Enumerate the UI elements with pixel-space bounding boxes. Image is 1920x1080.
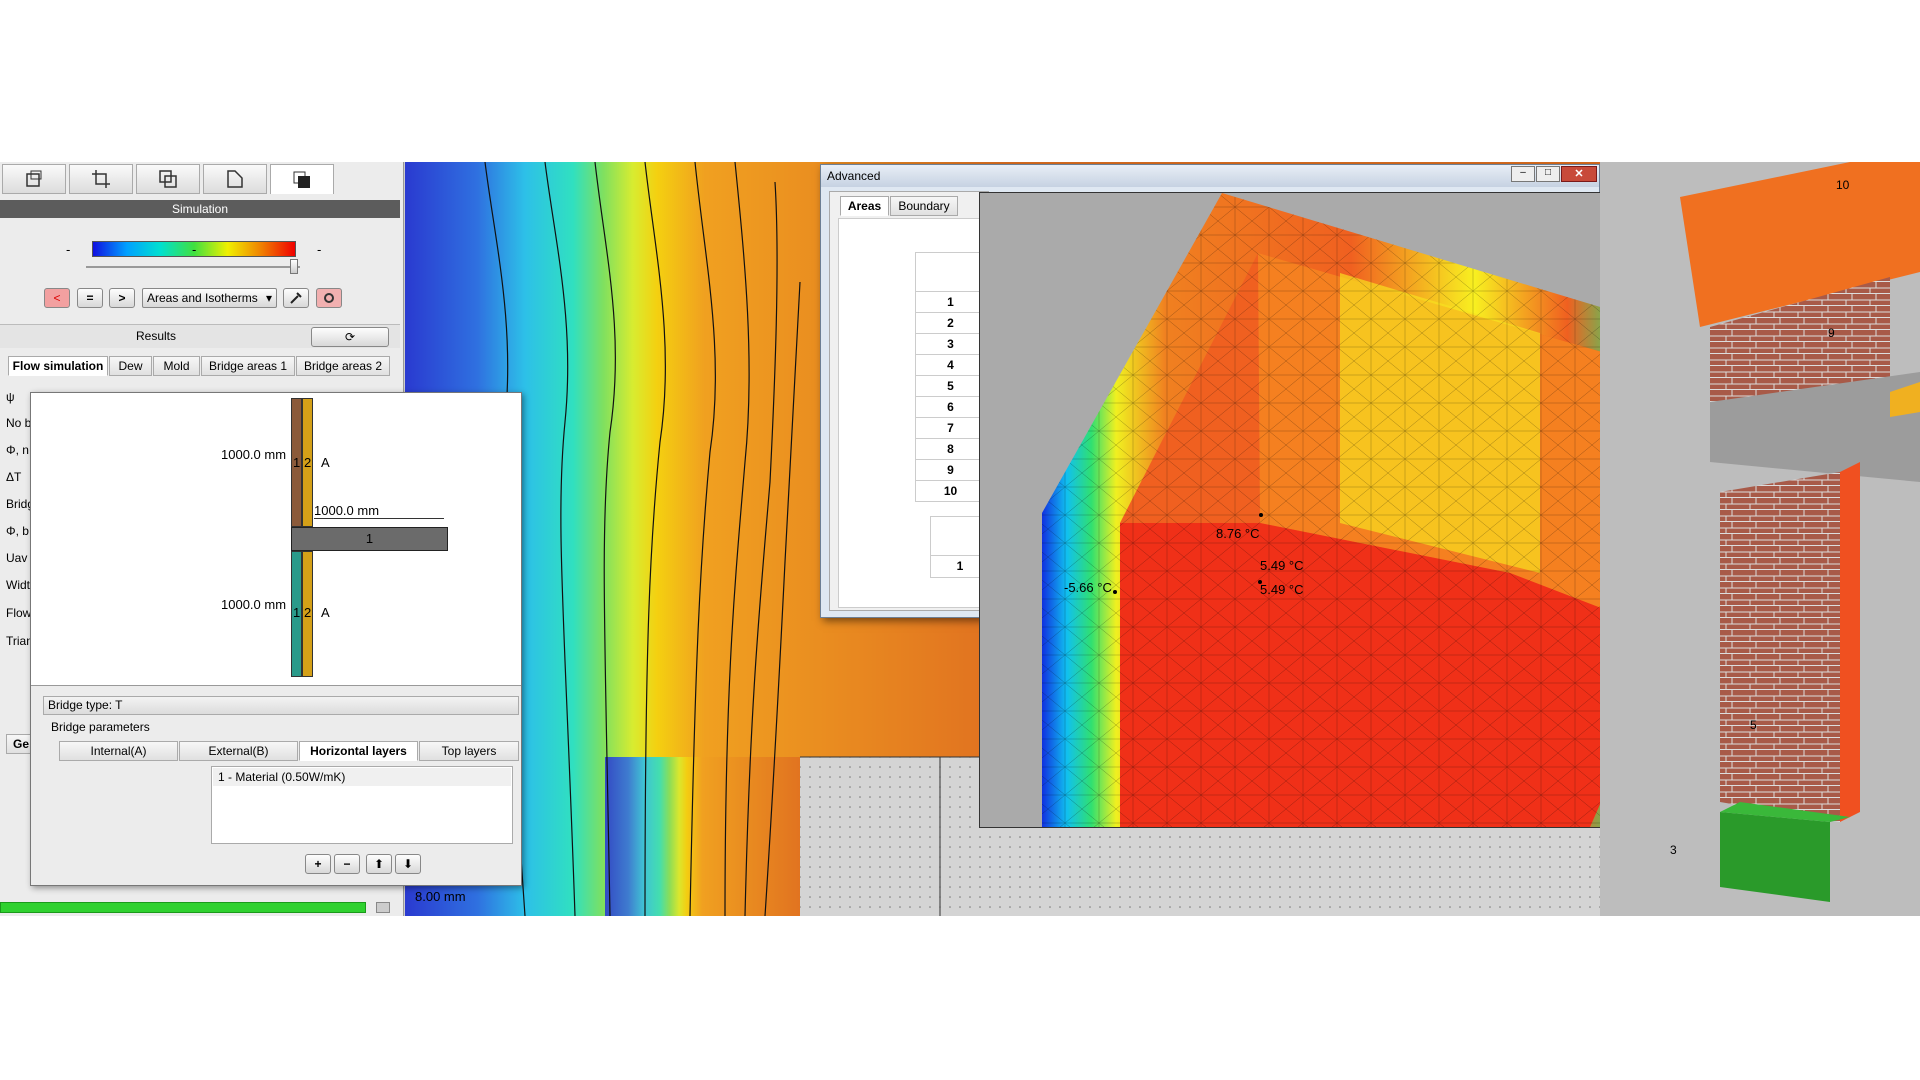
table-row[interactable]: 8 bbox=[915, 439, 986, 460]
layer-label: A bbox=[321, 605, 330, 620]
result-row-label: Trian bbox=[6, 634, 33, 648]
layer-label: 1 bbox=[293, 605, 301, 620]
3d-scene-view[interactable]: 10 9 5 3 bbox=[1600, 162, 1920, 916]
result-row-label: ψ bbox=[6, 390, 15, 404]
layer-label: 2 bbox=[304, 605, 312, 620]
bridge-params-label: Bridge parameters bbox=[51, 720, 150, 734]
dim-horizontal-label: 1000.0 mm bbox=[314, 503, 380, 518]
temperature-label: 5.49 °C bbox=[1260, 582, 1304, 597]
tab-boundary[interactable]: Boundary bbox=[890, 196, 958, 216]
bridge-preview: 1000.0 mm 1 2 A 1000.0 mm 1 1000.0 mm 1 … bbox=[31, 393, 521, 685]
scale-label: 8.00 mm bbox=[415, 889, 466, 904]
scale-slider-handle[interactable] bbox=[290, 259, 298, 274]
next-button[interactable]: > bbox=[109, 288, 135, 308]
tab-mold[interactable]: Mold bbox=[153, 356, 200, 376]
remove-icon[interactable]: − bbox=[334, 854, 360, 874]
temperature-label: -5.66 °C bbox=[1064, 580, 1112, 595]
dim-line bbox=[314, 518, 444, 519]
scale-max-label: - bbox=[317, 242, 322, 257]
results-bar: Results ⟳ bbox=[0, 324, 400, 348]
grid-header bbox=[915, 252, 986, 292]
result-row-label: ΔT bbox=[6, 470, 22, 484]
result-row-label: Uav bbox=[6, 551, 28, 565]
settings-gear-icon[interactable] bbox=[316, 288, 342, 308]
application-window: 8.00 mm Simulation - - - < = > Areas and… bbox=[0, 162, 1920, 916]
layer-label: 2 bbox=[304, 455, 312, 470]
table-row[interactable]: 3 bbox=[915, 334, 986, 355]
result-row-label: Flow bbox=[6, 606, 32, 620]
advanced-titlebar: Advanced – □ ✕ bbox=[821, 165, 1599, 187]
advanced-title: Advanced bbox=[827, 169, 881, 183]
maximize-icon[interactable]: □ bbox=[1536, 166, 1560, 182]
close-icon[interactable]: ✕ bbox=[1561, 166, 1597, 182]
result-row-label: Widt bbox=[6, 578, 30, 592]
tab-bridge-areas-1[interactable]: Bridge areas 1 bbox=[201, 356, 295, 376]
bridge-params-panel: Bridge type: T Bridge parameters Interna… bbox=[31, 685, 521, 885]
tab-internal[interactable]: Internal(A) bbox=[59, 741, 178, 761]
temperature-label: 5.49 °C bbox=[1260, 558, 1304, 573]
table-row[interactable]: 5 bbox=[915, 376, 986, 397]
horizontal-layer-label: 1 bbox=[365, 531, 374, 546]
prev-button[interactable]: < bbox=[44, 288, 70, 308]
result-row-label: Φ, b bbox=[6, 524, 29, 538]
temperature-label: 8.76 °C bbox=[1216, 526, 1260, 541]
3d-scene bbox=[1600, 162, 1920, 916]
3d-temperature-model bbox=[1042, 193, 1660, 827]
shape-icon[interactable] bbox=[203, 164, 267, 194]
simulation-header: Simulation bbox=[0, 200, 400, 218]
bridge-dialog: 1000.0 mm 1 2 A 1000.0 mm 1 1000.0 mm 1 … bbox=[30, 392, 522, 886]
chevron-down-icon: ▾ bbox=[265, 291, 272, 305]
table-row[interactable]: 4 bbox=[915, 355, 986, 376]
eyedropper-icon[interactable] bbox=[283, 288, 309, 308]
horizontal-layer: 1 bbox=[291, 527, 448, 551]
tab-horizontal-layers[interactable]: Horizontal layers bbox=[299, 741, 418, 761]
results-label: Results bbox=[136, 329, 177, 343]
table-row[interactable]: 9 bbox=[915, 460, 986, 481]
3d-model-view[interactable]: 8.76 °C 5.49 °C 5.49 °C -5.66 °C bbox=[979, 192, 1706, 828]
minimize-icon[interactable]: – bbox=[1511, 166, 1535, 182]
table-row[interactable]: 2 bbox=[915, 313, 986, 334]
scene-label: 5 bbox=[1750, 718, 1757, 732]
layer-list: 1 - Material (0.50W/mK) bbox=[211, 766, 513, 844]
layers-icon[interactable] bbox=[270, 164, 334, 194]
crop-area-icon[interactable] bbox=[69, 164, 133, 194]
layer-label: A bbox=[321, 455, 330, 470]
table-row[interactable]: 7 bbox=[915, 418, 986, 439]
tab-flow-simulation[interactable]: Flow simulation bbox=[8, 356, 108, 376]
draw-area-icon[interactable] bbox=[2, 164, 66, 194]
scene-label: 9 bbox=[1828, 326, 1835, 340]
copy-area-icon[interactable] bbox=[136, 164, 200, 194]
progress-bar bbox=[0, 902, 366, 913]
scale-mid-label: - bbox=[192, 242, 197, 257]
layer-label: 1 bbox=[293, 455, 301, 470]
view-mode-select[interactable]: Areas and Isotherms ▾ bbox=[142, 288, 277, 308]
tab-external[interactable]: External(B) bbox=[179, 741, 298, 761]
view-mode-value: Areas and Isotherms bbox=[147, 291, 258, 305]
stop-button[interactable] bbox=[376, 902, 390, 913]
tab-top-layers[interactable]: Top layers bbox=[419, 741, 519, 761]
refresh-icon[interactable]: ⟳ bbox=[311, 327, 389, 347]
advanced-content: Areas Boundary 1 2 3 4 5 6 7 8 9 10 1 bbox=[829, 191, 990, 611]
scene-label: 10 bbox=[1836, 178, 1850, 192]
dim-top-label: 1000.0 mm bbox=[221, 447, 287, 462]
arrow-up-icon[interactable]: ⬆ bbox=[366, 854, 392, 874]
arrow-down-icon[interactable]: ⬇ bbox=[395, 854, 421, 874]
dim-bottom-label: 1000.0 mm bbox=[221, 597, 287, 612]
scale-min-label: - bbox=[66, 242, 71, 257]
scale-slider-track bbox=[86, 266, 300, 268]
result-row-label: Φ, n bbox=[6, 443, 29, 457]
result-row-label: No b bbox=[6, 416, 32, 430]
equal-button[interactable]: = bbox=[77, 288, 103, 308]
tab-bridge-areas-2[interactable]: Bridge areas 2 bbox=[296, 356, 390, 376]
list-item[interactable]: 1 - Material (0.50W/mK) bbox=[213, 768, 511, 786]
table-row[interactable]: 1 bbox=[915, 292, 986, 313]
table-row[interactable]: 10 bbox=[915, 481, 986, 502]
scene-label: 3 bbox=[1670, 843, 1677, 857]
add-icon[interactable]: + bbox=[305, 854, 331, 874]
tab-dew[interactable]: Dew bbox=[109, 356, 152, 376]
bridge-type-label[interactable]: Bridge type: T bbox=[43, 696, 519, 715]
tab-areas[interactable]: Areas bbox=[840, 196, 889, 216]
table-row[interactable]: 6 bbox=[915, 397, 986, 418]
